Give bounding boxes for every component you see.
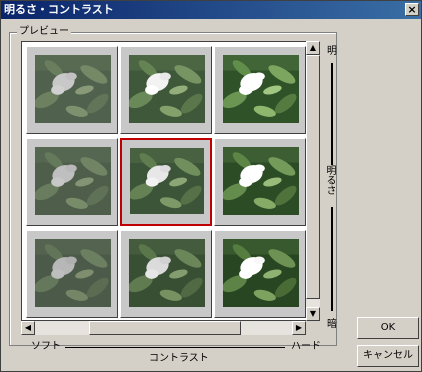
scroll-left-button[interactable]: ◀ [21,321,35,335]
brightness-scale-line-top [331,63,333,165]
contrast-left-label: ソフト [31,341,61,352]
preview-thumbnail[interactable] [26,230,118,318]
preview-group-label: プレビュー [17,26,71,38]
scroll-right-button[interactable]: ▶ [292,321,306,335]
cancel-button[interactable]: キャンセル [357,345,419,367]
preview-thumbnail[interactable] [26,138,118,226]
ok-button[interactable]: OK [357,317,419,339]
contrast-scale-line [65,347,285,348]
thumbnail-image [223,147,299,215]
flower-photo [223,239,299,307]
brightness-top-label: 明 [327,46,337,57]
arrow-up-icon: ▲ [309,43,317,52]
brightness-axis-label: 明るさ [324,165,335,195]
preview-thumbnail[interactable] [214,138,306,226]
flower-photo [130,148,204,214]
contrast-axis-label: コントラスト [149,353,209,364]
scroll-down-button[interactable]: ▼ [306,307,320,321]
arrow-left-icon: ◀ [24,323,32,332]
flower-photo [129,239,205,307]
thumbnail-image [35,55,111,123]
scroll-up-button[interactable]: ▲ [306,41,320,55]
thumbnail-image [223,239,299,307]
title-bar[interactable]: 明るさ・コントラスト × [1,1,421,19]
flower-photo [35,147,111,215]
vertical-scroll-thumb[interactable] [306,55,320,299]
window-title: 明るさ・コントラスト [4,3,114,16]
flower-photo [129,55,205,123]
thumbnail-image [130,148,204,214]
dialog-window: 明るさ・コントラスト × プレビュー ▲ ▼ ◀ ▶ 明 明るさ 暗 ソフト ハ… [0,0,422,372]
thumbnail-image [35,239,111,307]
flower-photo [223,147,299,215]
thumbnail-image [129,239,205,307]
preview-thumbnail[interactable] [26,46,118,134]
close-button[interactable]: × [405,3,419,16]
thumbnail-image [129,55,205,123]
close-icon: × [407,3,417,16]
brightness-bottom-label: 暗 [327,319,337,330]
brightness-scale-line-bottom [331,207,333,311]
arrow-down-icon: ▼ [309,309,317,318]
horizontal-scrollbar[interactable]: ◀ ▶ [21,321,306,335]
arrow-right-icon: ▶ [295,323,303,332]
preview-thumbnail[interactable] [120,230,212,318]
horizontal-scroll-thumb[interactable] [89,321,241,335]
vertical-scrollbar[interactable]: ▲ ▼ [306,41,320,321]
preview-thumbnail-selected[interactable] [120,138,212,226]
flower-photo [35,239,111,307]
contrast-right-label: ハード [291,341,321,352]
thumbnail-image [35,147,111,215]
preview-thumbnail[interactable] [214,46,306,134]
flower-photo [35,55,111,123]
flower-photo [223,55,299,123]
preview-grid [21,41,307,321]
preview-thumbnail[interactable] [120,46,212,134]
thumbnail-image [223,55,299,123]
preview-thumbnail[interactable] [214,230,306,318]
